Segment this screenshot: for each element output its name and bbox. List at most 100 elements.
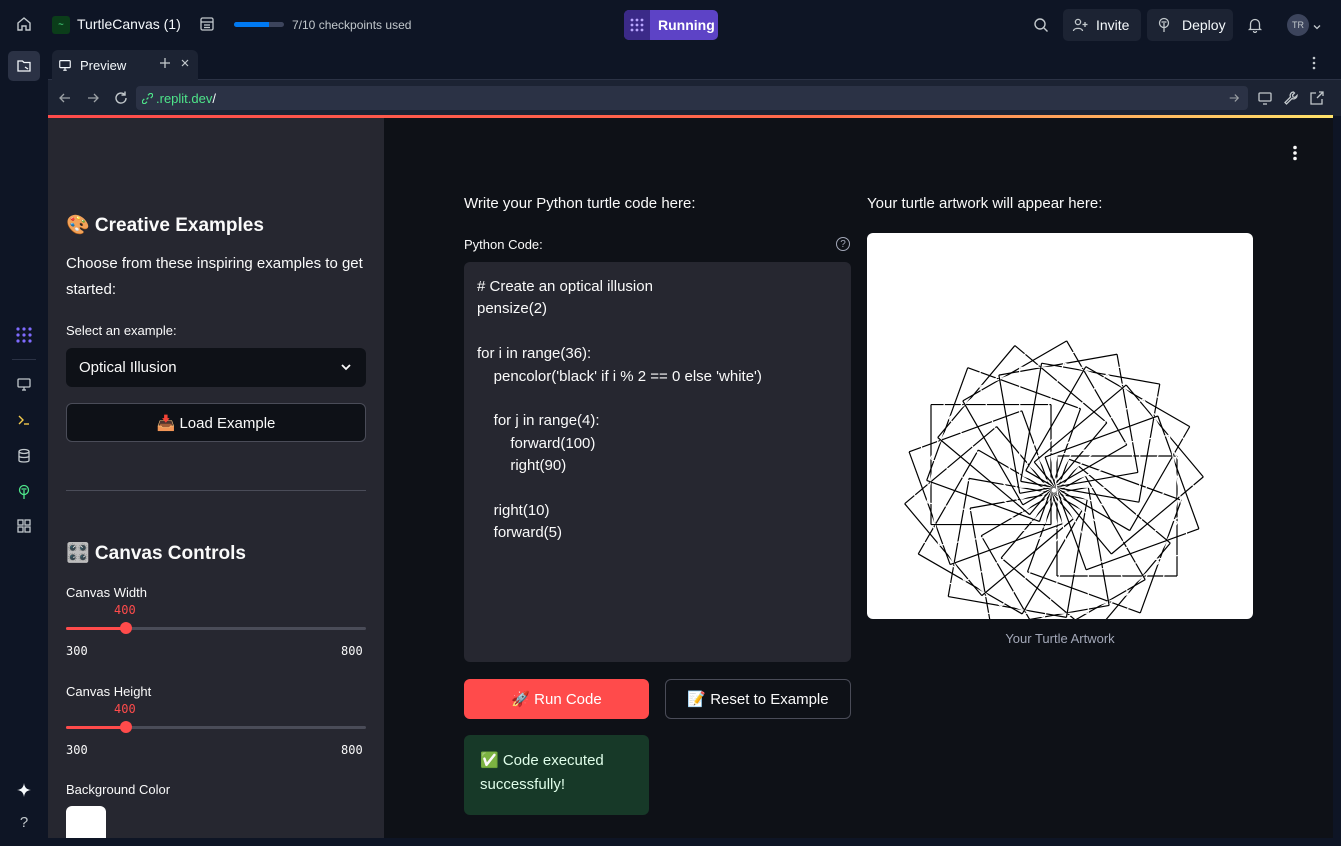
turtle-stroke: [979, 386, 1022, 500]
open-new-tab-icon[interactable]: [1309, 90, 1325, 106]
slider-value: 400: [114, 603, 136, 617]
turtle-canvas: [867, 233, 1253, 619]
sidebar: 🎨 Creative Examples Choose from these in…: [48, 118, 384, 838]
add-user-icon: [1072, 17, 1088, 33]
link-icon: [142, 92, 153, 104]
background-color-picker[interactable]: [66, 806, 106, 838]
slider-max: 800: [341, 644, 363, 658]
repl-name[interactable]: TurtleCanvas (1): [77, 16, 181, 32]
example-select[interactable]: Optical Illusion: [66, 348, 366, 387]
checkpoint-progress: [234, 22, 284, 27]
turtle-stroke: [964, 520, 1069, 583]
devices-icon[interactable]: [1257, 90, 1273, 106]
chevron-down-icon[interactable]: [1312, 19, 1322, 37]
turtle-stroke: [1085, 528, 1200, 571]
turtle-stroke: [904, 477, 966, 582]
turtle-stroke: [1116, 354, 1139, 473]
turtle-stroke: [908, 451, 951, 565]
turtle-stroke: [1125, 384, 1204, 478]
turtle-artwork: [904, 340, 1204, 619]
turtle-stroke: [1071, 552, 1191, 575]
canvas-height-label: Canvas Height: [66, 684, 152, 699]
turtle-stroke: [962, 340, 1068, 402]
code-label: Python Code:: [464, 237, 543, 252]
left-rail: ?: [0, 48, 48, 846]
canvas-controls-header: 🎛️ Canvas Controls: [66, 543, 246, 564]
turtle-stroke: [1086, 481, 1129, 595]
examples-header: 🎨 Creative Examples: [66, 215, 264, 236]
bell-icon[interactable]: [1246, 15, 1264, 35]
turtle-stroke: [949, 522, 1064, 566]
go-icon[interactable]: [1228, 92, 1240, 104]
sidebar-divider: [66, 490, 366, 491]
files-icon[interactable]: [0, 50, 48, 82]
slider-max: 800: [341, 743, 363, 757]
canvas-width-slider[interactable]: 400: [66, 603, 366, 634]
tab-preview-label: Preview: [80, 57, 127, 73]
url-domain: .replit.dev: [156, 90, 213, 106]
database-icon[interactable]: [0, 440, 48, 472]
turtle-stroke: [1142, 398, 1204, 504]
turtle-stroke: [1068, 458, 1182, 501]
tab-menu-icon[interactable]: [1312, 56, 1316, 70]
background-color-label: Background Color: [66, 782, 171, 797]
slider-thumb[interactable]: [120, 622, 132, 634]
turtle-stroke: [904, 503, 983, 597]
turtle-stroke: [1039, 398, 1144, 460]
turtle-stroke: [979, 344, 1093, 387]
turtle-stroke: [917, 405, 1037, 428]
devtools-icon[interactable]: [1283, 90, 1299, 106]
close-icon[interactable]: [180, 58, 190, 68]
agent-icon[interactable]: [0, 319, 48, 351]
turtle-stroke: [1043, 504, 1086, 618]
turtle-stroke: [1087, 487, 1110, 606]
all-tools-icon[interactable]: [0, 510, 48, 542]
turtle-stroke: [1022, 362, 1065, 476]
home-icon[interactable]: [12, 14, 36, 34]
help-icon[interactable]: ?: [836, 237, 850, 251]
help-icon[interactable]: ?: [0, 806, 48, 838]
url-path: /: [212, 90, 216, 106]
canvas-height-slider[interactable]: 400: [66, 702, 366, 733]
slider-min: 300: [66, 644, 88, 658]
artwork-heading: Your turtle artwork will appear here:: [867, 195, 1103, 212]
turtle-stroke: [1040, 340, 1119, 434]
forward-icon[interactable]: [86, 91, 100, 105]
invite-button[interactable]: Invite: [1063, 9, 1141, 41]
load-example-button[interactable]: 📥 Load Example: [66, 403, 366, 442]
history-icon[interactable]: [198, 15, 216, 33]
turtle-stroke: [908, 410, 1023, 453]
reset-example-button[interactable]: 📝 Reset to Example: [665, 679, 851, 719]
code-editor[interactable]: # Create an optical illusion pensize(2) …: [464, 262, 851, 662]
tab-preview[interactable]: Preview: [52, 50, 198, 80]
preview-icon[interactable]: [0, 368, 48, 400]
reload-icon[interactable]: [113, 90, 129, 106]
deployments-icon[interactable]: [0, 476, 48, 508]
deploy-icon: [1156, 17, 1172, 33]
turtle-stroke: [926, 479, 1040, 523]
repl-icon: ~: [52, 16, 70, 34]
run-code-button[interactable]: 🚀 Run Code: [464, 679, 649, 719]
slider-value: 400: [114, 702, 136, 716]
slider-thumb[interactable]: [120, 721, 132, 733]
url-input[interactable]: .replit.dev /: [136, 86, 1248, 110]
avatar[interactable]: TR: [1287, 14, 1309, 36]
shell-icon[interactable]: [0, 404, 48, 436]
search-icon[interactable]: [1031, 15, 1051, 35]
sparkle-icon[interactable]: [0, 774, 48, 806]
rail-divider: [12, 359, 36, 360]
turtle-stroke: [904, 426, 997, 505]
code-heading: Write your Python turtle code here:: [464, 195, 696, 212]
run-status-button[interactable]: Running: [624, 10, 718, 40]
turtle-stroke: [948, 340, 1041, 419]
canvas-width-label: Canvas Width: [66, 585, 147, 600]
new-tab-icon[interactable]: [159, 57, 171, 69]
slider-min: 300: [66, 743, 88, 757]
deploy-button[interactable]: Deploy: [1147, 9, 1233, 41]
back-icon[interactable]: [58, 91, 72, 105]
turtle-stroke: [1157, 415, 1200, 529]
checkpoint-text: 7/10 checkpoints used: [292, 18, 412, 32]
turtle-stroke: [1111, 476, 1204, 555]
select-label: Select an example:: [66, 323, 177, 338]
main-menu-icon[interactable]: [1292, 145, 1298, 161]
